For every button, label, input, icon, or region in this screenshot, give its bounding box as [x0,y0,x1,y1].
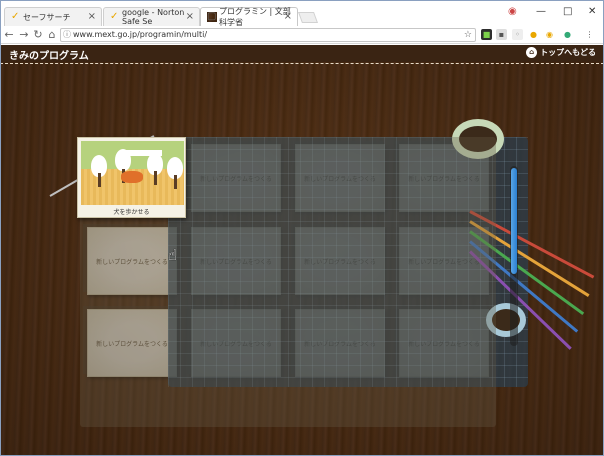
bookmark-star-icon[interactable]: ☆ [464,29,472,41]
extension-icon[interactable]: ● [562,29,573,40]
maximize-icon[interactable]: □ [563,6,572,17]
back-icon[interactable]: ← [3,28,15,41]
browser-toolbar: ← → ↻ ⌂ ⓘ www.mext.go.jp/programin/multi… [0,26,604,44]
minimize-icon[interactable]: — [536,6,546,17]
close-icon[interactable]: × [186,11,194,22]
close-icon[interactable]: × [88,11,96,22]
back-to-top-label: トップへもどる [540,48,596,57]
norton-check-icon: ✓ [11,11,20,22]
tab-safesearch[interactable]: ✓ セーフサーチ × [4,7,102,26]
tab-title: セーフサーチ [23,12,71,22]
url-text: www.mext.go.jp/programin/multi/ [73,30,208,39]
address-bar[interactable]: ⓘ www.mext.go.jp/programin/multi/ ☆ [60,28,476,42]
extension-icon[interactable]: ■ [481,29,492,40]
program-thumbnail [81,141,184,205]
extension-icon[interactable]: ▪ [496,29,507,40]
norton-check-icon: ✓ [110,11,119,22]
page-icon: ▢ [207,11,217,22]
close-icon[interactable]: × [284,11,292,22]
norton-icon[interactable]: ● [528,29,539,40]
profile-icon[interactable]: ◉ [508,6,517,17]
browser-tab-bar: ✓ セーフサーチ × ✓ google - Norton Safe Se × ▢… [0,0,604,27]
hand-cursor-icon: ☝ [168,246,178,264]
reload-icon[interactable]: ↻ [32,28,44,41]
scrollbar-track[interactable] [510,166,518,346]
back-to-top-link[interactable]: ⌂ トップへもどる [526,47,596,58]
home-icon: ⌂ [526,47,538,58]
forward-icon[interactable]: → [18,28,30,41]
program-label: 犬を歩かせる [113,209,150,216]
info-icon: ⓘ [63,30,71,39]
page-header: きみのプログラム ⌂ トップへもどる [0,45,604,64]
page-title: きみのプログラム [9,51,89,62]
home-icon[interactable]: ⌂ [46,28,58,41]
dog-icon [121,171,143,183]
tab-google[interactable]: ✓ google - Norton Safe Se × [103,7,200,26]
menu-icon[interactable]: ⋮ [584,29,595,40]
scrollbar-thumb[interactable] [511,168,517,274]
window-close-icon[interactable]: ✕ [588,6,596,17]
norton-safe-icon[interactable]: ◉ [544,29,555,40]
tab-programin[interactable]: ▢ プログラミン | 文部科学省 × [200,7,298,27]
new-tab-button[interactable] [297,12,319,23]
programin-page: きみのプログラム ⌂ トップへもどる 犬を歩かせる ☝ 新しいプログラムをつくる… [0,45,604,456]
extension-icon[interactable]: ◦ [512,29,523,40]
program-card-walk-dog[interactable]: 犬を歩かせる [77,137,186,218]
